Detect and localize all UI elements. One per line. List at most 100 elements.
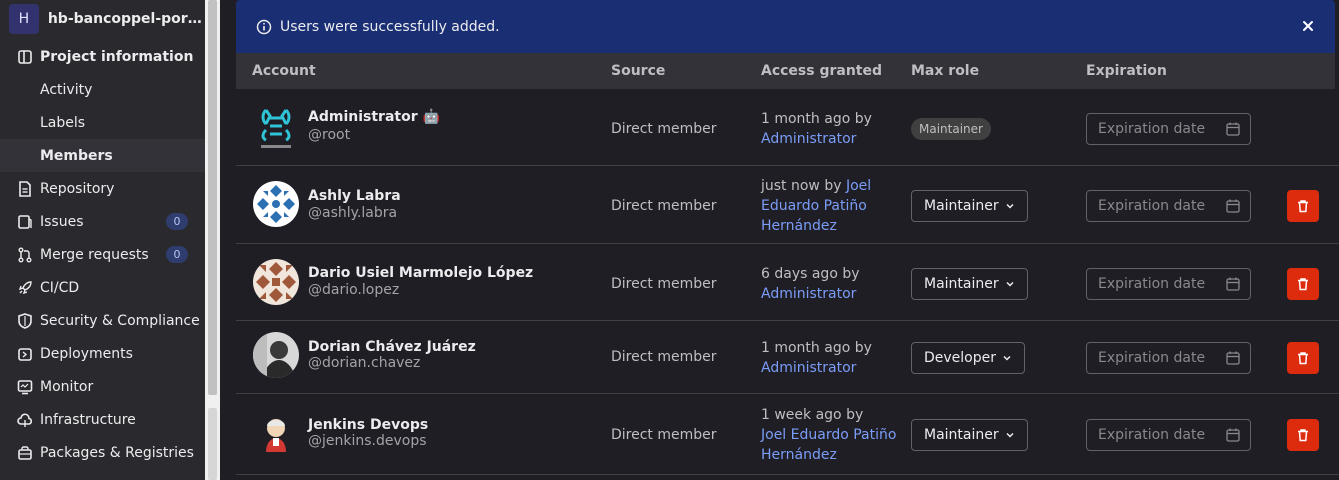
role-dropdown-value: Developer [924,350,997,366]
access-granted-text: 6 days ago by [761,266,860,282]
sidebar: H hb-bancoppel-portal-f... Project infor… [0,0,205,480]
expiration-date-input[interactable]: Expiration date [1086,113,1251,145]
table-row: Dario Usiel Marmolejo López @dario.lopez… [236,244,1339,321]
access-granted: 1 month ago by Administrator [761,338,901,378]
member-source: Direct member [611,198,717,214]
member-name[interactable]: Jenkins Devops [308,417,428,433]
table-row: Ashly Labra @ashly.labra Direct member j… [236,166,1339,244]
chevron-down-icon [1006,203,1014,209]
sidebar-item-packages-registries[interactable]: Packages & Registries [0,436,205,469]
remove-member-button[interactable] [1287,268,1319,300]
role-dropdown[interactable]: Maintainer [911,268,1028,300]
member-name[interactable]: Dario Usiel Marmolejo López [308,265,533,281]
member-source: Direct member [611,427,717,443]
trash-icon [1298,200,1308,213]
deployments-icon [17,346,33,362]
expiration-date-input[interactable]: Expiration date [1086,342,1251,374]
remove-member-button[interactable] [1287,342,1319,374]
remove-member-button[interactable] [1287,190,1319,222]
member-source: Direct member [611,349,717,365]
expiration-placeholder: Expiration date [1098,350,1206,366]
header-account: Account [252,63,316,79]
role-dropdown[interactable]: Developer [911,342,1026,374]
rocket-icon [17,280,33,296]
access-granted-text: just now by [761,178,842,194]
sidebar-item-label: Packages & Registries [40,444,194,461]
expiration-placeholder: Expiration date [1098,121,1206,137]
sidebar-item-security-compliance[interactable]: Security & Compliance [0,304,205,337]
sidebar-item-label: Project information [40,48,194,65]
scrollbar-thumb[interactable] [208,0,217,395]
member-name[interactable]: Ashly Labra [308,188,401,204]
sidebar-item-activity[interactable]: Activity [0,73,205,106]
access-granted: just now by Joel Eduardo Patiño Hernánde… [761,176,901,236]
table-row: Jenkins Devops @jenkins.devops Direct me… [236,394,1339,475]
info-icon [256,19,272,34]
avatar [253,181,299,227]
calendar-icon [1226,199,1240,213]
sidebar-item-label: Activity [40,81,93,98]
project-header[interactable]: H hb-bancoppel-portal-f... [0,0,205,38]
sidebar-item-repository[interactable]: Repository [0,172,205,205]
sidebar-item-label: Infrastructure [40,411,136,428]
sidebar-item-ci-cd[interactable]: CI/CD [0,271,205,304]
success-alert: Users were successfully added. [236,0,1335,53]
sidebar-item-merge-requests[interactable]: Merge requests 0 [0,238,205,271]
access-granted: 1 week ago by Joel Eduardo Patiño Hernán… [761,405,901,465]
sidebar-item-monitor[interactable]: Monitor [0,370,205,403]
cloud-icon [17,412,33,428]
role-dropdown-value: Maintainer [924,276,999,292]
granted-by-link[interactable]: Administrator [761,360,856,376]
member-source: Direct member [611,276,717,292]
access-granted: 6 days ago by Administrator [761,264,901,304]
sidebar-item-members[interactable]: Members [0,139,205,172]
chevron-down-icon [1006,432,1014,438]
remove-member-button[interactable] [1287,419,1319,451]
sidebar-item-deployments[interactable]: Deployments [0,337,205,370]
expiration-placeholder: Expiration date [1098,276,1206,292]
member-name[interactable]: Administrator 🤖 [308,109,440,125]
calendar-icon [1226,277,1240,291]
role-badge: Maintainer [911,118,991,140]
package-icon [17,445,33,461]
sidebar-item-labels[interactable]: Labels [0,106,205,139]
expiration-date-input[interactable]: Expiration date [1086,419,1251,451]
trash-icon [1298,352,1308,365]
close-icon[interactable] [1301,19,1315,33]
project-avatar[interactable]: H [9,4,39,34]
granted-by-link[interactable]: Administrator [761,131,856,147]
chevron-down-icon [1006,281,1014,287]
member-name[interactable]: Dorian Chávez Juárez [308,339,476,355]
access-granted: 1 month ago by Administrator [761,109,901,149]
merge-requests-count-badge: 0 [166,246,188,263]
sidebar-item-infrastructure[interactable]: Infrastructure [0,403,205,436]
member-username: @ashly.labra [308,205,398,221]
header-access-granted: Access granted [761,63,883,79]
sidebar-item-label: Merge requests [40,246,149,263]
member-username: @root [308,127,351,143]
role-dropdown[interactable]: Maintainer [911,419,1028,451]
sidebar-scrollbar[interactable] [205,0,220,480]
document-icon [17,180,33,197]
granted-by-link[interactable]: Administrator [761,286,856,302]
table-row: Administrator 🤖 @root Direct member 1 mo… [236,89,1339,166]
expiration-date-input[interactable]: Expiration date [1086,268,1251,300]
granted-by-link[interactable]: Joel Eduardo Patiño Hernández [761,427,896,463]
sidebar-item-issues[interactable]: Issues 0 [0,205,205,238]
sidebar-item-label: Monitor [40,378,94,395]
shield-icon [17,312,33,329]
expiration-date-input[interactable]: Expiration date [1086,190,1251,222]
role-dropdown-value: Maintainer [924,427,999,443]
calendar-icon [1226,428,1240,442]
avatar [253,332,299,378]
issues-count-badge: 0 [166,213,188,230]
member-username: @dorian.chavez [308,355,421,371]
project-name[interactable]: hb-bancoppel-portal-f... [48,11,205,27]
sidebar-item-label: Members [40,147,113,164]
issues-icon [17,214,33,230]
role-dropdown[interactable]: Maintainer [911,190,1028,222]
chevron-down-icon [1003,355,1011,361]
scrollbar-track-lower [208,408,217,480]
sidebar-item-project-information[interactable]: Project information [0,40,205,73]
sidebar-item-label: Labels [40,114,86,131]
